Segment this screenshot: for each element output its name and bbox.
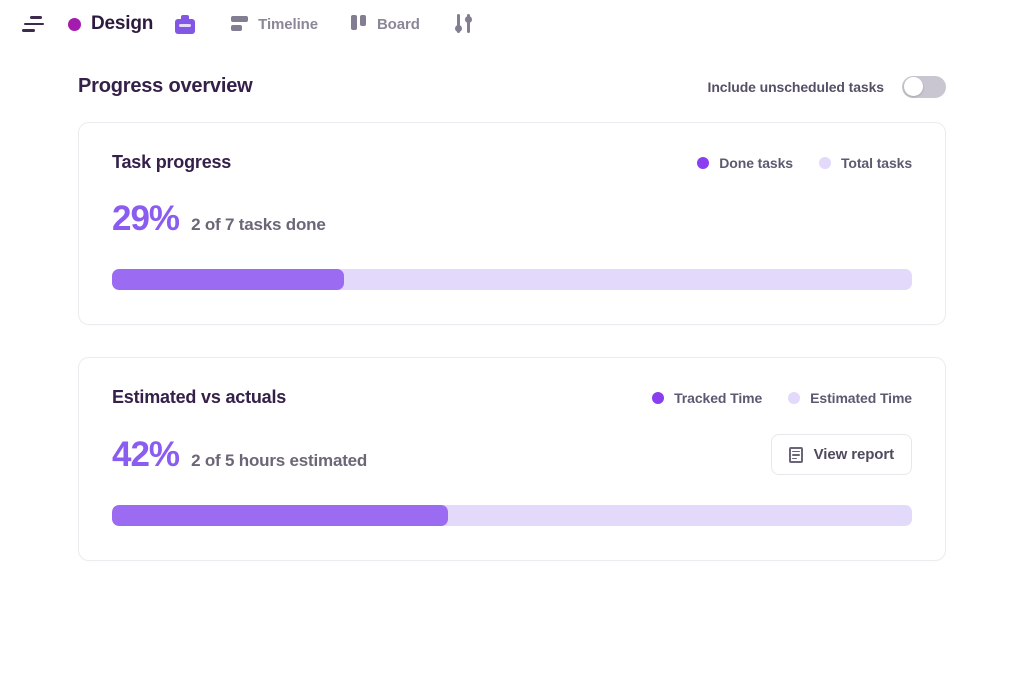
- legend-item-tracked-time: Tracked Time: [652, 390, 762, 406]
- report-document-icon: [788, 446, 803, 463]
- sort-icon-line: [24, 22, 44, 26]
- legend-item-estimated-time: Estimated Time: [788, 390, 912, 406]
- include-unscheduled-tasks-label: Include unscheduled tasks: [707, 78, 885, 95]
- stat-group: 29% 2 of 7 tasks done: [112, 199, 326, 239]
- top-navigation-bar: Design Timeline Board: [0, 0, 1024, 48]
- stat-row: 29% 2 of 7 tasks done: [112, 199, 912, 239]
- legend: Done tasks Total tasks: [697, 155, 912, 171]
- legend-dot-icon: [652, 391, 665, 404]
- include-unscheduled-tasks-control[interactable]: Include unscheduled tasks: [707, 75, 946, 98]
- tab-timeline-label: Timeline: [258, 15, 318, 33]
- tab-board[interactable]: Board: [350, 15, 420, 33]
- project-tab-design[interactable]: Design: [68, 13, 153, 35]
- board-icon: [350, 15, 367, 33]
- legend-label: Estimated Time: [810, 389, 912, 406]
- project-name-label: Design: [91, 13, 154, 34]
- card-task-progress: Task progress Done tasks Total tasks 29%…: [78, 122, 946, 325]
- card-estimated-vs-actuals: Estimated vs actuals Tracked Time Estima…: [78, 357, 946, 561]
- sort-icon[interactable]: [22, 16, 44, 32]
- card-header: Estimated vs actuals Tracked Time Estima…: [112, 387, 912, 408]
- legend-item-total-tasks: Total tasks: [819, 155, 912, 171]
- estimated-vs-actuals-bar: [112, 505, 912, 526]
- legend-dot-icon: [697, 156, 710, 169]
- view-report-button-label: View report: [813, 446, 894, 463]
- legend-item-done-tasks: Done tasks: [697, 155, 793, 171]
- include-unscheduled-tasks-toggle[interactable]: [902, 75, 946, 98]
- tab-board-label: Board: [376, 15, 420, 33]
- stat-row: 42% 2 of 5 hours estimated View report: [112, 434, 912, 475]
- estimated-vs-actuals-subtitle: 2 of 5 hours estimated: [191, 450, 368, 470]
- briefcase-icon[interactable]: [175, 14, 196, 34]
- tab-timeline[interactable]: Timeline: [231, 16, 318, 33]
- main-content: Progress overview Include unscheduled ta…: [0, 75, 1024, 561]
- task-progress-percentage: 29%: [112, 199, 180, 238]
- legend-label: Tracked Time: [674, 389, 763, 406]
- card-title: Task progress: [112, 152, 232, 172]
- card-title: Estimated vs actuals: [112, 387, 287, 407]
- legend-label: Done tasks: [719, 154, 793, 171]
- legend-dot-icon: [788, 391, 801, 404]
- section-header: Progress overview Include unscheduled ta…: [78, 75, 946, 98]
- estimated-vs-actuals-percentage: 42%: [112, 434, 180, 474]
- estimated-vs-actuals-bar-fill: [112, 505, 448, 526]
- task-progress-bar-fill: [112, 269, 344, 290]
- task-progress-subtitle: 2 of 7 tasks done: [191, 215, 326, 234]
- legend: Tracked Time Estimated Time: [652, 390, 912, 406]
- sort-icon-line: [30, 16, 42, 19]
- page-title: Progress overview: [78, 75, 253, 97]
- app-page: Design Timeline Board Progress overview …: [0, 0, 1024, 675]
- card-header: Task progress Done tasks Total tasks: [112, 152, 912, 173]
- sort-icon-line: [22, 29, 35, 32]
- task-progress-bar: [112, 269, 912, 290]
- toggle-knob: [903, 77, 923, 96]
- timeline-icon: [231, 16, 249, 32]
- stat-group: 42% 2 of 5 hours estimated: [112, 435, 367, 475]
- legend-label: Total tasks: [841, 154, 912, 171]
- sliders-settings-icon[interactable]: [454, 14, 473, 34]
- legend-dot-icon: [819, 156, 831, 169]
- view-report-button[interactable]: View report: [770, 434, 912, 475]
- project-color-dot-icon: [68, 17, 81, 31]
